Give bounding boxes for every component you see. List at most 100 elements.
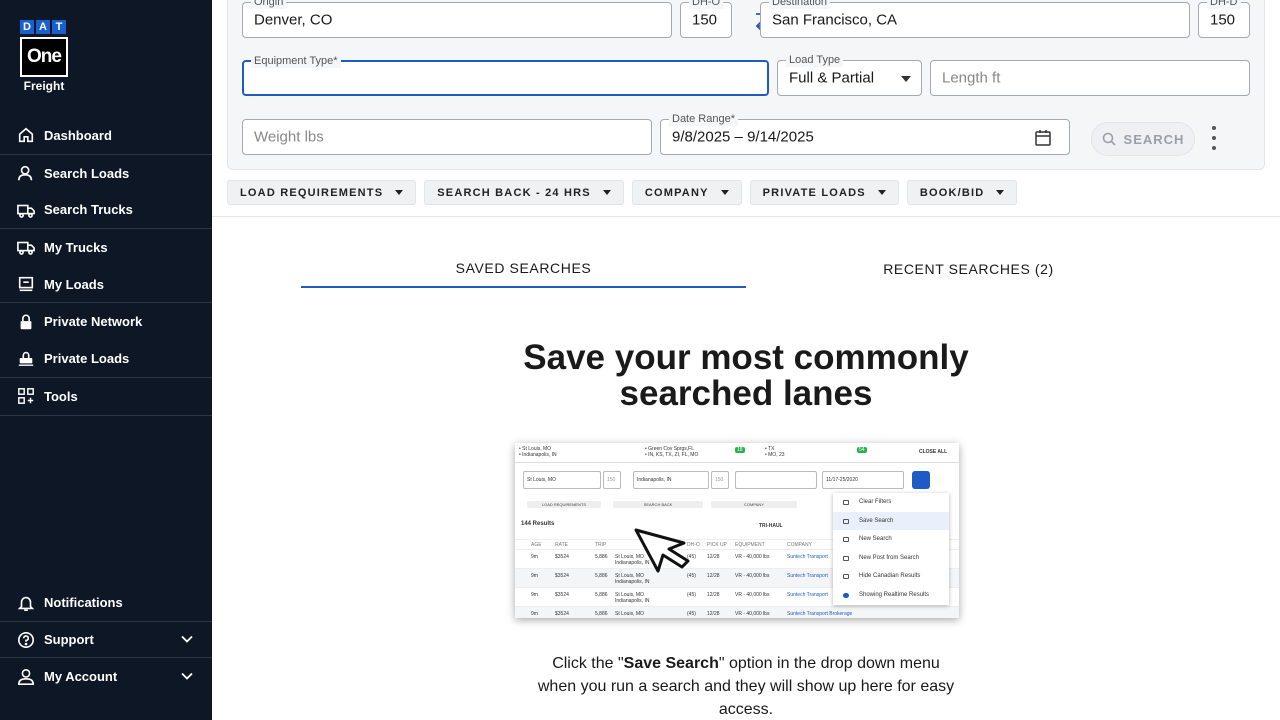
preview-cell: 5,886 [595,611,608,617]
preview-cell: $3524 [555,611,569,617]
dh-o-field[interactable]: DH-O 150 [680,0,732,38]
nav-private-network[interactable]: Private Network [0,303,212,340]
more-options-icon[interactable] [1210,126,1218,150]
date-range-field[interactable]: Date Range* 9/8/2025 – 9/14/2025 [660,112,1070,155]
dh-o-value: 150 [692,11,718,29]
search-button-label: SEARCH [1123,131,1185,147]
lock-icon [16,312,36,332]
preview-cell: VR - 40,000 lbs [735,554,770,560]
save-search-illustration: • St Louis, MO • Indianapolis, IN • Gree… [515,443,959,618]
caret-down-icon [877,190,886,195]
load-type-select[interactable]: Load Type Full & Partial [777,53,922,96]
nav-dashboard[interactable]: Dashboard [0,117,212,154]
nav-label: Tools [44,388,78,404]
nav-my-trucks[interactable]: My Trucks [0,229,212,266]
filter-label: LOAD REQUIREMENTS [240,186,384,199]
preview-tab3-destination: • MO, 23 [765,452,785,458]
main-content: Origin Denver, CO DH-O 150 Destination S… [212,0,1280,720]
filter-book-bid[interactable]: BOOK/BID [906,180,1018,205]
divider [212,216,1280,217]
preview-cell: VR - 40,000 lbs [735,573,770,579]
preview-badge: 18 [735,447,745,453]
empty-state-description: Click the "Save Search" option in the dr… [534,652,958,720]
dh-d-field[interactable]: DH-D 150 [1198,0,1250,38]
nav-label: Search Loads [44,165,130,181]
preview-cell: 5,886 [595,592,608,598]
caret-down-icon [996,190,1005,195]
date-range-value: 9/8/2025 – 9/14/2025 [672,128,814,146]
preview-dropdown-menu: Clear Filters Save Search New Search New… [833,493,949,605]
nav-tools[interactable]: Tools [0,378,212,415]
private-loads-icon [16,348,36,368]
logo-freight: Freight [23,79,65,93]
filter-label: SEARCH BACK - 24 HRS [437,186,591,199]
nav-label: Private Network [44,314,143,330]
preview-menu-item-save-search: Save Search [833,511,949,531]
tab-label: SAVED SEARCHES [455,260,592,276]
main-nav: Dashboard Search Loads Search Trucks My … [0,117,212,416]
nav-search-trucks[interactable]: Search Trucks [0,191,212,228]
mouse-cursor-icon [634,528,690,573]
preview-menu-label: Clear Filters [859,499,892,505]
preview-cell: VR - 40,000 lbs [735,611,770,617]
preview-menu-item: Showing Realtime Results [833,586,949,605]
preview-menu-item: New Post from Search [833,549,949,568]
weight-field[interactable]: Weight lbs [242,119,652,155]
length-field[interactable]: Length ft [930,60,1250,96]
logo-dat: D A T [20,20,68,34]
preview-col: COMPANY [787,542,812,548]
nav-search-loads[interactable]: Search Loads [0,155,212,192]
filter-private-loads[interactable]: PRIVATE LOADS [749,180,899,205]
preview-row: 9m $3524 5,886 St Louis, MO (45) 12/28 V… [515,606,959,618]
filter-load-requirements[interactable]: LOAD REQUIREMENTS [227,180,417,205]
nav-notifications[interactable]: Notifications [0,585,212,622]
nav-my-loads[interactable]: My Loads [0,266,212,303]
preview-cell: 9m [531,592,538,598]
origin-value: Denver, CO [254,11,333,29]
filter-bar: LOAD REQUIREMENTS SEARCH BACK - 24 HRS C… [227,180,1018,205]
filter-search-back[interactable]: SEARCH BACK - 24 HRS [424,180,624,205]
preview-origin-field: St Louis, MO [523,471,601,489]
nav-support[interactable]: Support [0,622,212,659]
equipment-type-field[interactable]: Equipment Type* [242,54,769,96]
nav-private-loads[interactable]: Private Loads [0,340,212,377]
desc-text: Click the " [552,655,624,672]
dat-one-freight-logo[interactable]: D A T One Freight [20,20,68,93]
destination-value: San Francisco, CA [772,11,898,29]
origin-field[interactable]: Origin Denver, CO [242,0,672,38]
nav-separator [0,414,212,416]
preview-cell: 12/28 [707,573,720,579]
preview-tab2-destination: • IN, KS, TX, ZI, FL, MO [645,452,699,458]
truck-icon [16,200,36,220]
preview-cell: 9m [531,554,538,560]
nav-label: My Account [44,669,118,685]
loads-icon [16,274,36,294]
preview-equipment-field [735,471,817,489]
origin-label: Origin [251,0,287,9]
filter-company[interactable]: COMPANY [631,180,742,205]
dh-d-label: DH-D [1207,0,1241,9]
tab-saved-searches[interactable]: SAVED SEARCHES [301,250,746,288]
nav-label: Search Trucks [44,202,133,218]
tools-grid-icon [16,386,36,406]
destination-field[interactable]: Destination San Francisco, CA [760,0,1190,38]
preview-cell: 12/28 [707,592,720,598]
caret-down-icon [901,76,911,82]
preview-tab-destination: • Indianapolis, IN [519,452,557,458]
preview-chip: SEARCH BACK [613,501,703,508]
filter-label: BOOK/BID [919,186,985,199]
nav-label: Dashboard [44,127,112,143]
preview-cell: VR - 40,000 lbs [735,592,770,598]
calendar-icon[interactable] [1035,129,1051,151]
preview-cell: $3524 [555,554,569,560]
search-person-icon [16,163,36,183]
preview-cell: 9m [531,573,538,579]
tab-recent-searches[interactable]: RECENT SEARCHES (2) [746,250,1191,288]
nav-label: My Trucks [44,239,108,255]
help-icon [16,630,36,650]
preview-menu-item: New Search [833,530,949,549]
preview-cell: 5,886 [595,554,608,560]
nav-my-account[interactable]: My Account [0,658,212,695]
search-button[interactable]: SEARCH [1091,122,1195,156]
equipment-type-label: Equipment Type* [251,54,341,68]
